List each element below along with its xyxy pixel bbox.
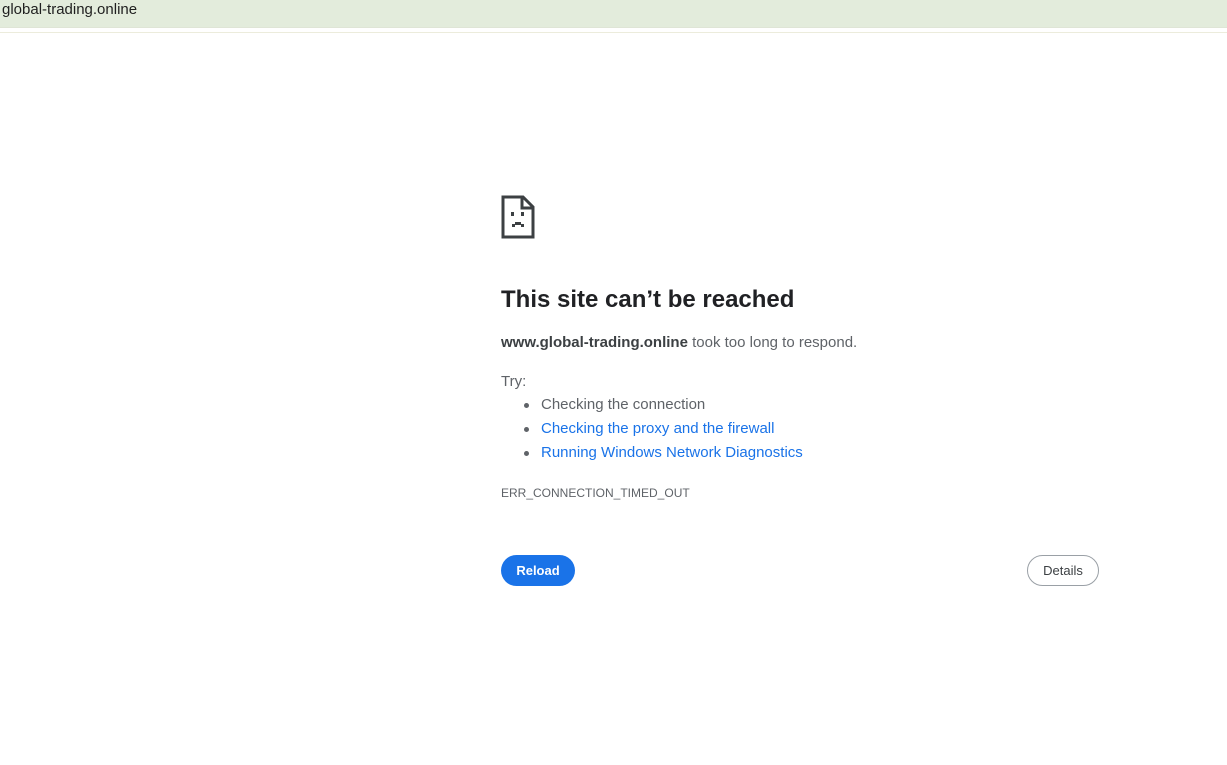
suggestion-label: Checking the connection xyxy=(541,396,706,413)
check-proxy-link[interactable]: Checking the proxy and the firewall xyxy=(541,420,774,437)
suggestions-list: Checking the connection Checking the pro… xyxy=(501,395,803,467)
host-name: www.global-trading.online xyxy=(501,334,688,351)
page-title: This site can’t be reached xyxy=(501,286,795,313)
suggestion-network-diagnostics[interactable]: Running Windows Network Diagnostics xyxy=(501,443,803,467)
suggestion-check-connection: Checking the connection xyxy=(501,395,803,419)
address-bar[interactable]: global-trading.online xyxy=(0,0,1227,28)
network-diagnostics-link[interactable]: Running Windows Network Diagnostics xyxy=(541,444,803,461)
address-bar-url[interactable]: global-trading.online xyxy=(2,1,137,19)
error-message: took too long to respond. xyxy=(687,334,858,351)
reload-button[interactable]: Reload xyxy=(501,555,575,586)
bullet-icon xyxy=(524,427,529,432)
details-button[interactable]: Details xyxy=(1027,555,1099,586)
toolbar-divider xyxy=(0,32,1227,33)
bullet-icon xyxy=(524,403,529,408)
suggestion-check-proxy[interactable]: Checking the proxy and the firewall xyxy=(501,419,803,443)
error-code: ERR_CONNECTION_TIMED_OUT xyxy=(501,486,690,500)
error-description: www.global-trading.online took too long … xyxy=(501,333,857,353)
try-label: Try: xyxy=(501,373,527,390)
bullet-icon xyxy=(524,451,529,456)
sad-page-icon xyxy=(501,195,535,239)
